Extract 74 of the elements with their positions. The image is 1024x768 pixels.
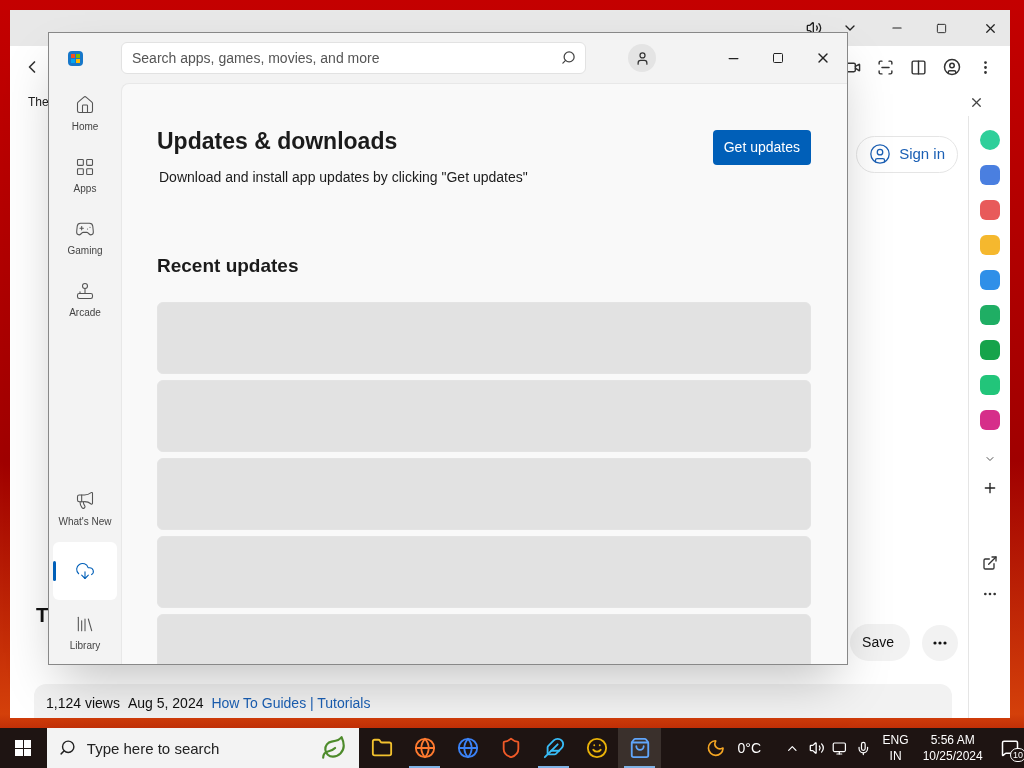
folder-icon xyxy=(370,737,393,759)
nav-item[interactable]: What's New xyxy=(53,480,117,538)
account-button[interactable] xyxy=(628,44,656,72)
nav-label: Home xyxy=(71,119,99,134)
search-icon[interactable] xyxy=(561,50,576,65)
store-icon xyxy=(628,737,651,759)
user-icon xyxy=(634,50,650,66)
store-logo-icon xyxy=(68,50,83,66)
section-heading: Recent updates xyxy=(157,253,300,278)
get-updates-button[interactable]: Get updates xyxy=(712,130,811,165)
mask-icon xyxy=(585,737,608,759)
view-count: 1,124 views xyxy=(46,694,120,713)
nav-item[interactable] xyxy=(53,542,117,600)
notification-count: 10 xyxy=(1010,748,1024,762)
sidebar-app-icon[interactable] xyxy=(979,165,1000,185)
nav-label: Apps xyxy=(73,181,97,196)
leaf-icon xyxy=(321,735,348,761)
external-link-icon[interactable] xyxy=(981,555,998,571)
page-subtitle: Download and install app updates by clicking "Get updates" xyxy=(159,167,528,187)
tab-title: The xyxy=(28,94,49,111)
more-icon xyxy=(933,640,947,645)
globe-icon xyxy=(456,737,479,759)
running-indicator xyxy=(624,766,656,768)
weather-icon[interactable] xyxy=(706,738,726,758)
taskbar-app[interactable] xyxy=(618,728,662,768)
user-icon xyxy=(869,143,892,166)
running-indicator xyxy=(409,766,441,768)
save-button[interactable]: Save xyxy=(850,624,910,661)
video-title: T xyxy=(36,603,49,628)
speaker-icon[interactable] xyxy=(808,740,825,756)
more-button[interactable] xyxy=(922,624,958,661)
running-indicator xyxy=(538,766,570,768)
nav-label: Gaming xyxy=(67,243,103,258)
nav-item[interactable]: Home xyxy=(53,85,117,143)
globe-icon xyxy=(413,737,436,759)
joystick-icon xyxy=(75,280,95,301)
microphone-icon[interactable] xyxy=(855,740,871,756)
cloud-download-icon xyxy=(75,561,95,581)
maximize-icon[interactable] xyxy=(936,22,947,34)
network-icon[interactable] xyxy=(832,740,847,756)
sidebar-app-icon[interactable] xyxy=(979,340,1000,360)
region[interactable]: IN xyxy=(889,748,902,764)
nav-item[interactable]: Library xyxy=(53,604,117,662)
megaphone-icon xyxy=(75,489,95,510)
taskbar-search-field[interactable]: Type here to search xyxy=(46,728,360,768)
apps-icon xyxy=(75,156,95,177)
sidebar-app-icon[interactable] xyxy=(979,270,1000,290)
selection-indicator xyxy=(53,561,56,581)
nav-item[interactable]: Gaming xyxy=(53,209,117,267)
sidebar-app-icon[interactable] xyxy=(979,305,1000,325)
page-title: Updates & downloads xyxy=(157,127,399,156)
notifications-button[interactable]: 10 xyxy=(996,728,1024,768)
sidebar-app-icon[interactable] xyxy=(979,410,1000,430)
home-icon xyxy=(75,94,95,115)
nav-label: Arcade xyxy=(69,305,101,320)
upload-date: Aug 5, 2024 xyxy=(127,694,204,713)
language[interactable]: ENG xyxy=(882,732,909,748)
category-link[interactable]: How To Guides | Tutorials xyxy=(211,693,371,714)
temperature[interactable]: 0°C xyxy=(737,737,762,759)
windows-icon xyxy=(15,740,32,756)
nav-item[interactable]: Apps xyxy=(53,147,117,205)
search-field[interactable]: Search apps, games, movies, and more xyxy=(121,42,586,74)
nav-label: Library xyxy=(69,638,101,653)
clock-time[interactable]: 5:56 AM xyxy=(930,732,975,748)
screenshot-icon[interactable] xyxy=(877,58,894,76)
clock-date[interactable]: 10/25/2024 xyxy=(922,748,983,764)
nav-label: What's New xyxy=(58,514,112,529)
feather-icon xyxy=(542,737,565,759)
nav-item[interactable]: Arcade xyxy=(53,271,117,329)
sidebar-app-icon[interactable] xyxy=(979,200,1000,220)
search-icon xyxy=(58,739,76,756)
maximize-icon[interactable] xyxy=(772,52,784,64)
profile-icon[interactable] xyxy=(943,58,961,76)
split-view-icon[interactable] xyxy=(910,58,927,76)
